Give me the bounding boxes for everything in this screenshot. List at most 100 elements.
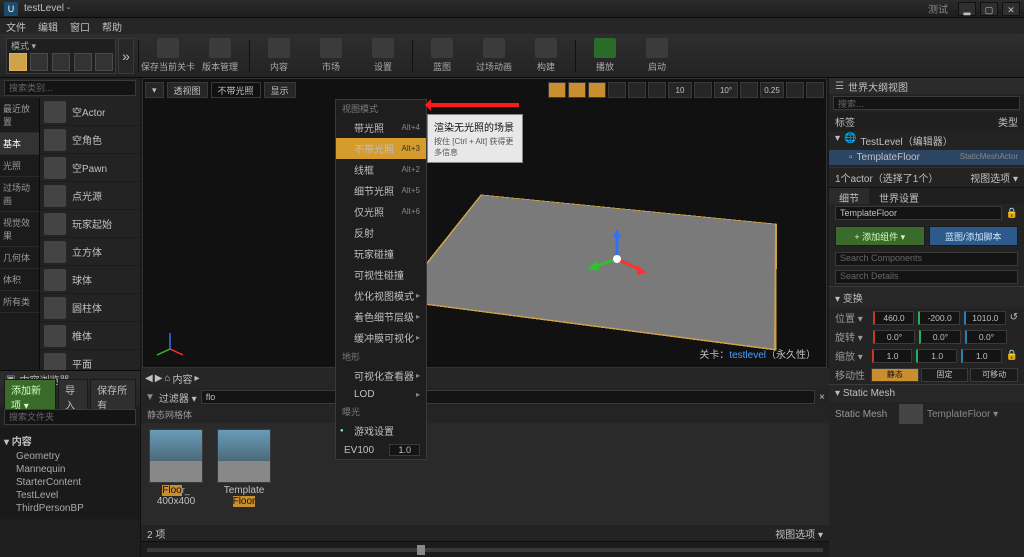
vp-control[interactable] xyxy=(608,82,626,98)
cb-back-icon[interactable]: ◀ xyxy=(145,373,153,384)
menu-file[interactable]: 文件 xyxy=(6,19,26,34)
rot-y[interactable]: 0.0° xyxy=(919,330,961,344)
static-mesh-header[interactable]: ▾ Static Mesh xyxy=(829,385,1024,402)
dd-submenu[interactable]: 可视化查看器▸ xyxy=(336,365,426,386)
floor-mesh[interactable] xyxy=(396,194,777,350)
cat-basic[interactable]: 基本 xyxy=(0,133,39,155)
tab-world-settings[interactable]: 世界设置 xyxy=(869,188,929,204)
loc-label[interactable]: 位置 ▾ xyxy=(835,310,869,325)
vp-menu-button[interactable]: ▾ xyxy=(145,82,164,98)
dd-item[interactable]: 反射 xyxy=(336,222,426,243)
place-actor[interactable]: 玩家起始 xyxy=(40,210,140,238)
lock-icon[interactable]: 🔒 xyxy=(1006,208,1018,219)
place-actor[interactable]: 空Actor xyxy=(40,98,140,126)
outliner-search[interactable]: 搜索... xyxy=(833,96,1020,110)
cb-filter-input[interactable] xyxy=(201,390,815,404)
vp-control[interactable] xyxy=(740,82,758,98)
max-button[interactable]: ▢ xyxy=(980,2,998,16)
menu-edit[interactable]: 编辑 xyxy=(38,19,58,34)
viewport[interactable]: 关卡：testlevel（永久性） ▾ 透视图 不带光照 显示 1010°0.2… xyxy=(142,78,827,368)
vp-control[interactable] xyxy=(694,82,712,98)
transform-header[interactable]: ▾ 变换 xyxy=(829,287,1024,308)
scl-y[interactable]: 1.0 xyxy=(916,349,957,363)
dd-item-game-settings[interactable]: 游戏设置 xyxy=(336,420,426,441)
vp-control[interactable] xyxy=(588,82,606,98)
rot-label[interactable]: 旋转 ▾ xyxy=(835,329,869,344)
cb-filter-clear-icon[interactable]: × xyxy=(819,392,825,403)
ev100-value[interactable]: 1.0 xyxy=(389,444,420,456)
loc-y[interactable]: -200.0 xyxy=(918,311,960,325)
tool-save[interactable]: 保存当前关卡 xyxy=(143,36,193,76)
cb-fwd-icon[interactable]: ▶ xyxy=(155,373,163,384)
col-type[interactable]: 类型 xyxy=(998,114,1018,129)
cb-home-icon[interactable]: ⌂ xyxy=(164,373,170,384)
test-label[interactable]: 测试 xyxy=(928,1,948,16)
cb-folder[interactable]: StarterContent xyxy=(4,476,136,489)
scl-x[interactable]: 1.0 xyxy=(872,349,913,363)
modes-label[interactable]: 模式 ▾ xyxy=(7,39,115,51)
dd-item[interactable]: 细节光照Alt+5 xyxy=(336,180,426,201)
add-component-button[interactable]: + 添加组件 ▾ xyxy=(835,226,925,246)
cb-folder[interactable]: Mannequin xyxy=(4,463,136,476)
vp-control[interactable] xyxy=(628,82,646,98)
vp-control[interactable]: 0.25 xyxy=(760,82,784,98)
mode-brush-icon[interactable] xyxy=(95,53,113,71)
loc-z[interactable]: 1010.0 xyxy=(964,311,1006,325)
dd-submenu[interactable]: 着色细节层级▸ xyxy=(336,306,426,327)
cb-tree-search[interactable]: 搜索文件夹 xyxy=(4,409,136,425)
vp-control[interactable] xyxy=(786,82,804,98)
blueprint-script-button[interactable]: 蓝图/添加脚本 xyxy=(929,226,1019,246)
rot-z[interactable]: 0.0° xyxy=(965,330,1007,344)
place-actor[interactable]: 圆柱体 xyxy=(40,294,140,322)
search-details-input[interactable]: Search Details xyxy=(835,270,1018,284)
tool-vcs[interactable]: 版本管理 xyxy=(195,36,245,76)
mesh-dropdown[interactable]: TemplateFloor ▾ xyxy=(927,409,998,420)
cb-folder[interactable]: Geometry xyxy=(4,450,136,463)
rot-x[interactable]: 0.0° xyxy=(873,330,915,344)
dd-submenu[interactable]: 缓冲膜可视化▸ xyxy=(336,327,426,348)
close-button[interactable]: ✕ xyxy=(1002,2,1020,16)
cb-path[interactable]: 内容 xyxy=(172,371,192,386)
vp-control[interactable] xyxy=(806,82,824,98)
dd-item[interactable]: 仅光照Alt+6 xyxy=(336,201,426,222)
cat-lights[interactable]: 光照 xyxy=(0,155,39,177)
vp-control[interactable] xyxy=(568,82,586,98)
dd-submenu[interactable]: 优化视图模式▸ xyxy=(336,285,426,306)
vp-perspective-button[interactable]: 透视图 xyxy=(167,82,208,98)
asset-template-floor[interactable]: TemplateFloor xyxy=(215,429,273,507)
min-button[interactable]: ▂ xyxy=(958,2,976,16)
vp-control[interactable] xyxy=(648,82,666,98)
tab-details[interactable]: 细节 xyxy=(829,188,869,204)
place-actor[interactable]: 点光源 xyxy=(40,182,140,210)
place-search-input[interactable]: 搜索类别... xyxy=(4,80,136,96)
tool-market[interactable]: 市场 xyxy=(306,36,356,76)
menu-window[interactable]: 窗口 xyxy=(70,19,90,34)
scale-lock-icon[interactable]: 🔒 xyxy=(1006,350,1018,361)
slider-knob[interactable] xyxy=(417,545,425,555)
outliner-view-options[interactable]: 视图选项 ▾ xyxy=(970,170,1018,185)
dd-item[interactable]: 玩家碰撞 xyxy=(336,243,426,264)
mob-movable[interactable]: 可移动 xyxy=(970,368,1018,382)
place-actor[interactable]: 空角色 xyxy=(40,126,140,154)
mob-static[interactable]: 静态 xyxy=(871,368,919,382)
vp-show-button[interactable]: 显示 xyxy=(264,82,296,98)
place-actor[interactable]: 椎体 xyxy=(40,322,140,350)
dd-ev100-row[interactable]: EV100 1.0 xyxy=(336,441,426,459)
cb-tree-root[interactable]: ▾ 内容 xyxy=(4,431,136,450)
cat-volumes[interactable]: 体积 xyxy=(0,269,39,291)
cb-folder[interactable]: ThirdPersonBP xyxy=(4,502,136,515)
expand-icon[interactable]: ▾ xyxy=(835,133,840,148)
tool-play[interactable]: 播放 xyxy=(580,36,630,76)
actor-name-input[interactable] xyxy=(835,206,1002,220)
search-components-input[interactable]: Search Components xyxy=(835,252,1018,266)
vp-control[interactable]: 10 xyxy=(668,82,692,98)
scl-z[interactable]: 1.0 xyxy=(961,349,1002,363)
place-actor[interactable]: 立方体 xyxy=(40,238,140,266)
vp-control[interactable] xyxy=(548,82,566,98)
dd-submenu[interactable]: LOD▸ xyxy=(336,386,426,403)
vp-viewmode-button[interactable]: 不带光照 xyxy=(211,82,261,98)
cat-recent[interactable]: 最近放置 xyxy=(0,98,39,133)
reset-icon[interactable]: ↺ xyxy=(1010,312,1018,323)
dd-item[interactable]: 带光照Alt+4 xyxy=(336,117,426,138)
place-actor[interactable]: 球体 xyxy=(40,266,140,294)
